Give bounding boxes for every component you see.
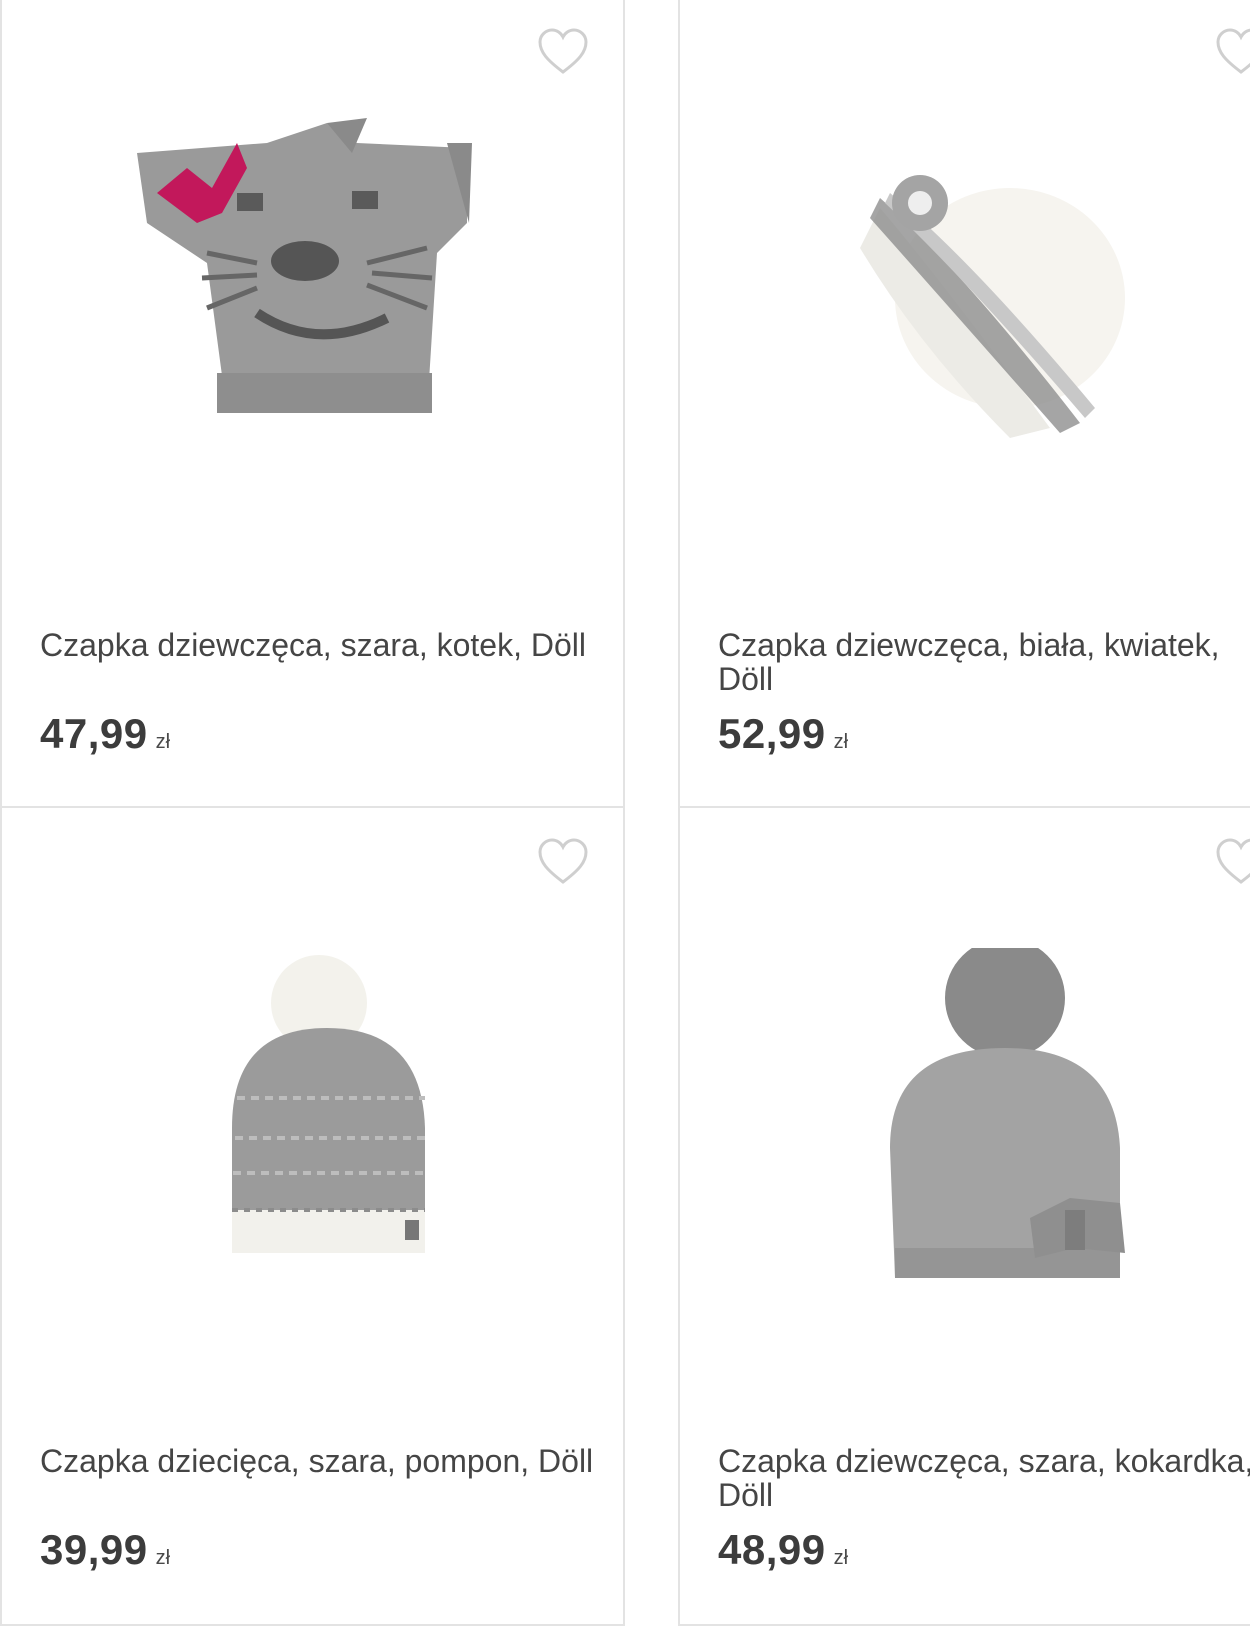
- currency: zł: [155, 1547, 171, 1569]
- product-price: 52,99: [718, 710, 826, 757]
- currency: zł: [155, 731, 171, 753]
- wishlist-heart-icon[interactable]: [537, 838, 589, 886]
- product-card[interactable]: Czapka dziewczęca, biała, kwiatek, Döll …: [678, 0, 1250, 808]
- product-card[interactable]: Czapka dziewczęca, szara, kokardka, Döll…: [678, 806, 1250, 1626]
- currency: zł: [833, 1547, 849, 1569]
- product-title[interactable]: Czapka dziewczęca, biała, kwiatek, Döll: [718, 628, 1250, 696]
- product-image-bow-hat[interactable]: [870, 948, 1140, 1298]
- product-image-cat-hat[interactable]: [127, 113, 487, 433]
- wishlist-heart-icon[interactable]: [1215, 28, 1250, 76]
- product-title[interactable]: Czapka dziecięca, szara, pompon, Döll: [40, 1444, 600, 1478]
- product-price: 39,99: [40, 1526, 148, 1573]
- product-title[interactable]: Czapka dziewczęca, szara, kotek, Döll: [40, 628, 600, 662]
- product-card[interactable]: Czapka dziewczęca, szara, kotek, Döll 47…: [0, 0, 625, 808]
- price-row: 39,99 zł: [40, 1526, 170, 1574]
- product-image-flower-hat[interactable]: [850, 158, 1140, 448]
- wishlist-heart-icon[interactable]: [537, 28, 589, 76]
- product-price: 47,99: [40, 710, 148, 757]
- product-image-pompon-hat[interactable]: [227, 948, 437, 1258]
- product-title[interactable]: Czapka dziewczęca, szara, kokardka, Döll: [718, 1444, 1250, 1512]
- currency: zł: [833, 731, 849, 753]
- product-price: 48,99: [718, 1526, 826, 1573]
- price-row: 47,99 zł: [40, 710, 170, 758]
- wishlist-heart-icon[interactable]: [1215, 838, 1250, 886]
- price-row: 48,99 zł: [718, 1526, 848, 1574]
- product-card[interactable]: Czapka dziecięca, szara, pompon, Döll 39…: [0, 806, 625, 1626]
- price-row: 52,99 zł: [718, 710, 848, 758]
